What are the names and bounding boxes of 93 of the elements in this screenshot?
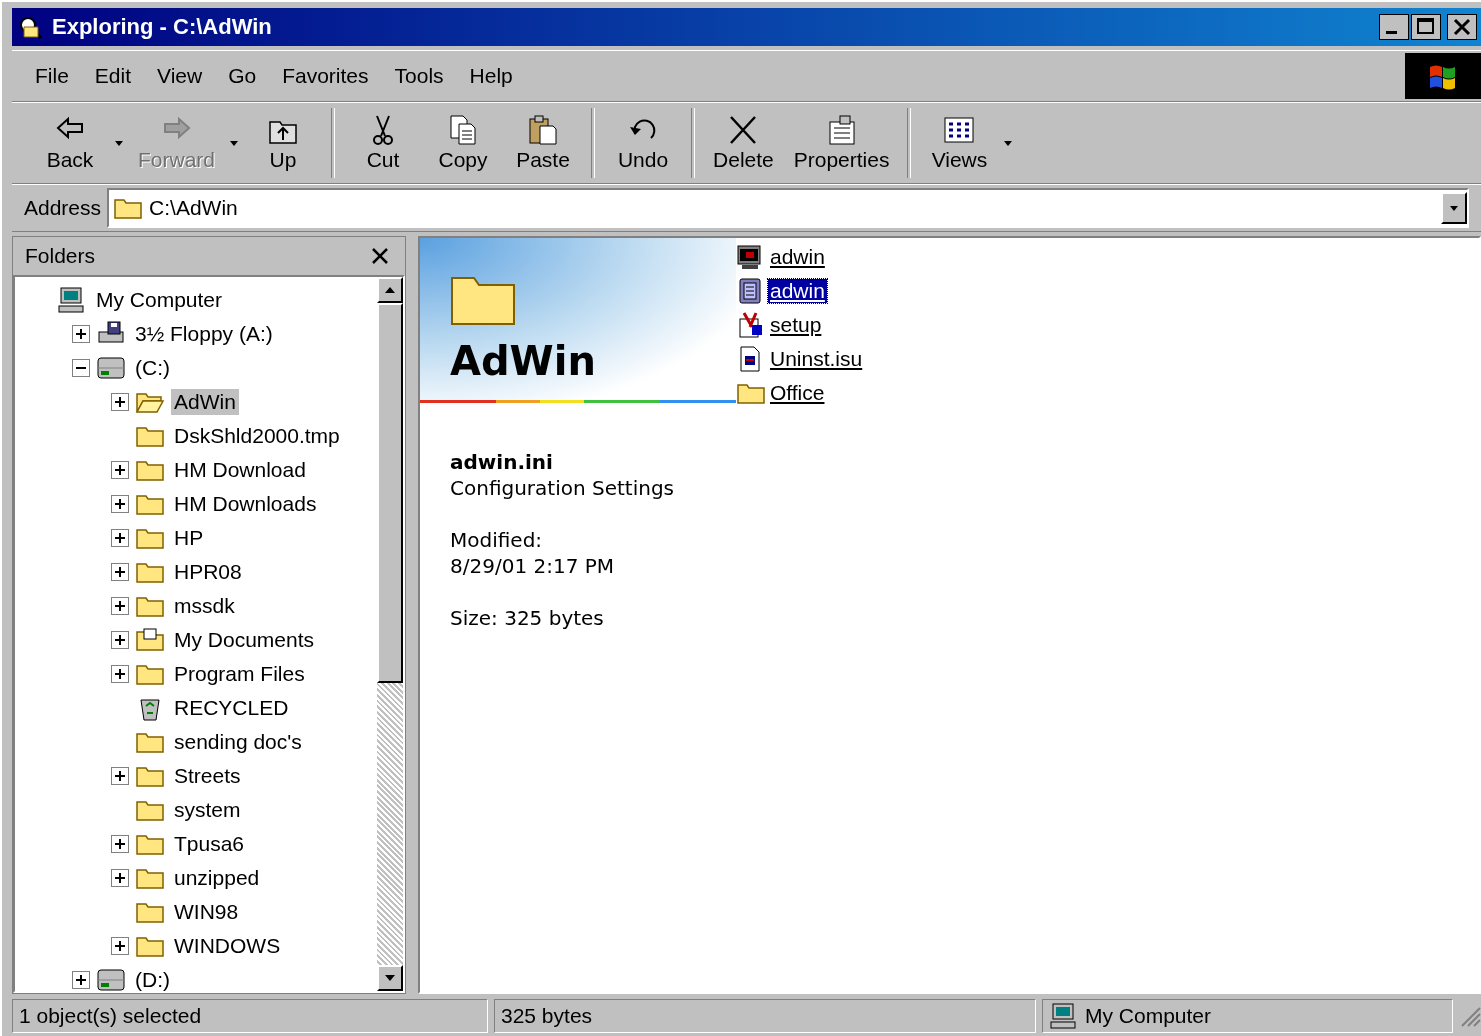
tree-item[interactable]: system [171, 797, 244, 823]
toolbar-button[interactable]: Undo [603, 110, 684, 176]
expand-button[interactable] [111, 495, 129, 513]
maximize-button[interactable] [1411, 14, 1441, 40]
tree-item[interactable]: DskShld2000.tmp [171, 423, 343, 449]
file-name: adwin.ini [450, 449, 554, 475]
modified-label: Modified: [450, 527, 544, 553]
expand-button[interactable] [72, 325, 90, 343]
toolbar-button[interactable]: Cut [343, 110, 424, 176]
expand-button[interactable] [111, 461, 129, 479]
explorer-icon [18, 15, 44, 39]
modified-date: 8/29/01 2:17 PM [450, 553, 616, 579]
address-label: Address [24, 196, 102, 220]
scrollbar[interactable] [377, 277, 403, 991]
expand-button[interactable] [111, 563, 129, 581]
status-text: 1 object(s) selected [12, 999, 488, 1033]
computer-icon [1049, 1002, 1079, 1030]
tree-item[interactable]: (D:) [132, 967, 173, 991]
file-link[interactable]: adwin [768, 245, 827, 269]
menu-item[interactable]: View [144, 60, 216, 92]
address-field[interactable]: C:\AdWin [107, 188, 1469, 228]
file-link[interactable]: setup [768, 313, 824, 337]
menu-item[interactable]: File [22, 60, 82, 92]
hard-drive-icon [96, 354, 126, 382]
toolbar-button[interactable]: Back [30, 110, 110, 176]
expand-button[interactable] [111, 529, 129, 547]
expand-button[interactable] [111, 393, 129, 411]
menu-item[interactable]: Tools [381, 60, 457, 92]
caret-icon [1449, 204, 1459, 212]
file-link[interactable]: Uninst.isu [768, 347, 865, 371]
folder-heading: AdWin [450, 338, 597, 384]
tree-item[interactable]: My Computer [93, 287, 226, 313]
tree-item[interactable]: sending doc's [171, 729, 305, 755]
tree-item[interactable]: AdWin [171, 389, 239, 415]
tree-item[interactable]: (C:) [132, 355, 173, 381]
menu-item[interactable]: Go [215, 60, 270, 92]
expand-button[interactable] [111, 665, 129, 683]
toolbar-button[interactable]: Views [919, 110, 1000, 176]
documents-folder-icon [135, 626, 165, 654]
expand-button[interactable] [111, 631, 129, 649]
close-button[interactable] [1447, 14, 1477, 40]
tree-item[interactable]: WIN98 [171, 899, 242, 925]
expand-button[interactable] [111, 767, 129, 785]
views-grid-icon [943, 114, 976, 146]
scroll-down-button[interactable] [377, 965, 403, 991]
tree-item[interactable]: 3½ Floppy (A:) [132, 321, 276, 347]
clipboard-icon [527, 114, 560, 146]
tree-item[interactable]: Tpusa6 [171, 831, 248, 857]
down-arrow-icon [384, 974, 396, 982]
toolbar-button[interactable]: Copy [423, 110, 504, 176]
menu-item[interactable]: Help [456, 60, 526, 92]
size-grip-icon[interactable] [1459, 1005, 1481, 1027]
caret-icon [229, 139, 240, 147]
collapse-button[interactable] [72, 359, 90, 377]
close-icon[interactable] [371, 247, 389, 265]
expand-button[interactable] [111, 869, 129, 887]
tree-item[interactable]: Program Files [171, 661, 308, 687]
up-arrow-icon [384, 286, 396, 294]
status-size: 325 bytes [494, 999, 1036, 1033]
window-title: Exploring - C:\AdWin [52, 14, 273, 40]
computer-icon [57, 286, 87, 314]
tree-item[interactable]: WINDOWS [171, 933, 284, 959]
scroll-up-button[interactable] [377, 277, 403, 303]
file-type: Configuration Settings [450, 475, 676, 501]
tree-item[interactable]: HPR08 [171, 559, 245, 585]
tree-item[interactable]: HP [171, 525, 207, 551]
tree-item[interactable]: HM Downloads [171, 491, 320, 517]
expand-button[interactable] [111, 597, 129, 615]
tree-item[interactable]: unzipped [171, 865, 263, 891]
minimize-button[interactable] [1379, 14, 1409, 40]
menu-item[interactable]: Edit [81, 60, 145, 92]
pane-title: Folders [25, 244, 96, 268]
file-link[interactable]: adwin [768, 279, 827, 303]
tree-item[interactable]: My Documents [171, 627, 318, 653]
dropdown-button[interactable] [1441, 192, 1467, 224]
file-size: Size: 325 bytes [450, 605, 605, 631]
expand-button[interactable] [111, 937, 129, 955]
tree-item[interactable]: HM Download [171, 457, 309, 483]
toolbar-button[interactable]: Paste [503, 110, 584, 176]
caret-icon [1003, 139, 1014, 147]
menu-item[interactable]: Favorites [269, 60, 382, 92]
toolbar-button[interactable]: Up [243, 110, 324, 176]
tree-item[interactable]: RECYCLED [171, 695, 292, 721]
tree-item[interactable]: Streets [171, 763, 244, 789]
scroll-thumb[interactable] [377, 303, 403, 683]
tree-item[interactable]: mssdk [171, 593, 238, 619]
caret-icon [114, 139, 124, 147]
toolbar-button[interactable]: Properties [783, 110, 900, 176]
zone-label: My Computer [1085, 1004, 1212, 1028]
toolbar-button[interactable]: Delete [703, 110, 784, 176]
expand-button[interactable] [72, 971, 90, 989]
expand-button[interactable] [111, 835, 129, 853]
file-link[interactable]: Office [768, 381, 827, 405]
